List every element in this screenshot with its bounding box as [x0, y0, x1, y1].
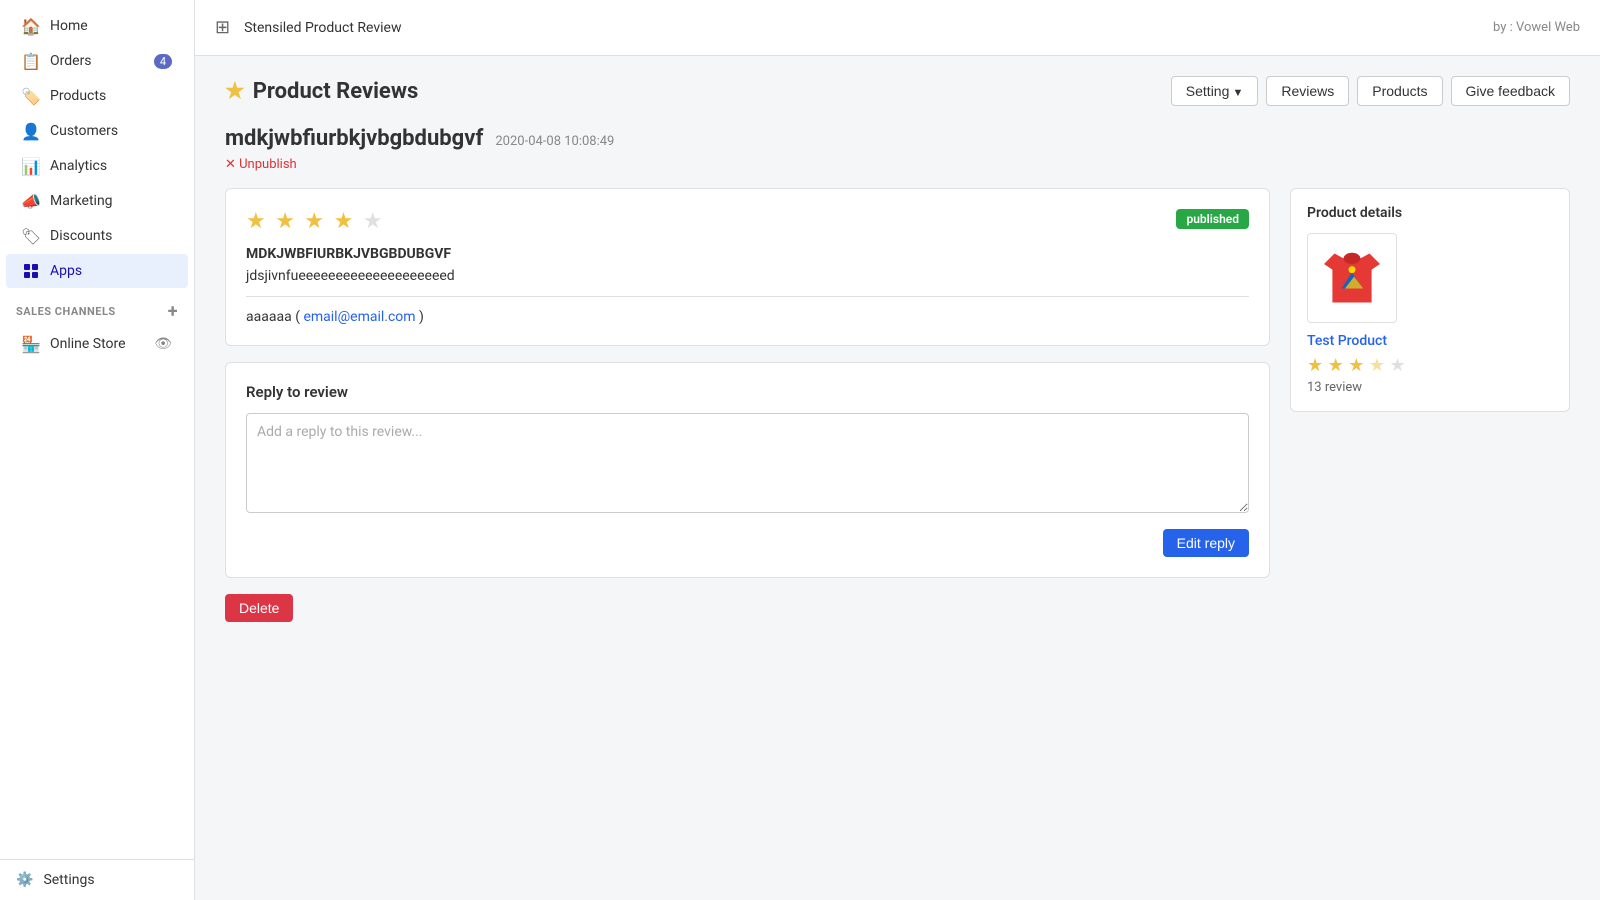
sidebar-item-analytics[interactable]: 📊 Analytics [6, 149, 188, 183]
sidebar-item-label: Discounts [50, 228, 112, 244]
product-details-body: Product details [1291, 189, 1569, 411]
customers-icon: 👤 [22, 122, 40, 140]
reply-textarea[interactable] [246, 413, 1249, 513]
star-2: ★ [275, 209, 297, 234]
app-icon: ⊞ [215, 17, 230, 38]
sidebar-item-home[interactable]: 🏠 Home [6, 9, 188, 43]
sales-channels-label: SALES CHANNELS [16, 305, 116, 318]
apps-icon [22, 262, 40, 280]
product-name[interactable]: Test Product [1307, 333, 1553, 349]
sidebar-nav: 🏠 Home 📋 Orders 4 🏷️ Products 👤 Customer… [0, 0, 194, 859]
page-header: ★ Product Reviews Setting Reviews Produc… [225, 76, 1570, 106]
product-details-card: Product details [1290, 188, 1570, 412]
review-date: 2020-04-08 10:08:49 [495, 134, 614, 149]
product-reviews-count: 13 review [1307, 380, 1553, 395]
sidebar-item-orders[interactable]: 📋 Orders 4 [6, 44, 188, 78]
reviews-button[interactable]: Reviews [1266, 76, 1349, 106]
product-star-3: ★ [1348, 355, 1364, 376]
review-title: mdkjwbfiurbkjvbgbdubgvf [225, 126, 483, 151]
product-rating-stars: ★ ★ ★ ★ ★ [1307, 355, 1553, 376]
sidebar-item-label: Home [50, 18, 88, 34]
review-card-body: ★ ★ ★ ★ ★ published MDKJWBFIURBKJVBGBDUB… [226, 189, 1269, 345]
review-card: ★ ★ ★ ★ ★ published MDKJWBFIURBKJVBGBDUB… [225, 188, 1270, 346]
sidebar-item-discounts[interactable]: 🏷 Discounts [6, 219, 188, 253]
sidebar-item-online-store[interactable]: 🏪 Online Store 👁 [6, 327, 188, 361]
products-button[interactable]: Products [1357, 76, 1442, 106]
topbar-by: by : Vowel Web [1493, 20, 1580, 35]
review-top: ★ ★ ★ ★ ★ published [246, 209, 1249, 234]
sidebar-item-products[interactable]: 🏷️ Products [6, 79, 188, 113]
orders-icon: 📋 [22, 52, 40, 70]
review-email: aaaaaa ( email@email.com ) [246, 309, 1249, 325]
sidebar-item-customers[interactable]: 👤 Customers [6, 114, 188, 148]
product-star-5: ★ [1389, 355, 1405, 376]
review-title-row: mdkjwbfiurbkjvbgbdubgvf 2020-04-08 10:08… [225, 126, 1570, 151]
app-name: Stensiled Product Review [244, 20, 1483, 36]
give-feedback-button[interactable]: Give feedback [1451, 76, 1571, 106]
review-body: jdsjivnfueeeeeeeeeeeeeeeeeeeed [246, 268, 1249, 284]
product-details-title: Product details [1307, 205, 1553, 221]
sidebar: 🏠 Home 📋 Orders 4 🏷️ Products 👤 Customer… [0, 0, 195, 900]
sidebar-item-apps[interactable]: Apps [6, 254, 188, 288]
sales-channels-header: SALES CHANNELS + [0, 289, 194, 326]
orders-badge: 4 [154, 54, 172, 69]
page-actions: Setting Reviews Products Give feedback [1171, 76, 1570, 106]
sidebar-item-label: Marketing [50, 193, 113, 209]
marketing-icon: 📣 [22, 192, 40, 210]
sidebar-item-label: Orders [50, 53, 92, 69]
sidebar-item-label: Analytics [50, 158, 107, 174]
settings-label: Settings [43, 872, 94, 888]
online-store-visibility-icon[interactable]: 👁 [154, 336, 172, 352]
delete-button[interactable]: Delete [225, 594, 293, 622]
setting-button[interactable]: Setting [1171, 76, 1259, 106]
sidebar-item-label: Products [50, 88, 106, 104]
sidebar-item-marketing[interactable]: 📣 Marketing [6, 184, 188, 218]
settings-icon: ⚙️ [16, 872, 33, 888]
reply-actions: Edit reply [246, 529, 1249, 557]
discounts-icon: 🏷 [22, 227, 40, 245]
sidebar-item-label: Customers [50, 123, 118, 139]
home-icon: 🏠 [22, 17, 40, 35]
review-divider [246, 296, 1249, 297]
star-4: ★ [334, 209, 356, 234]
online-store-icon: 🏪 [22, 335, 40, 353]
review-author: MDKJWBFIURBKJVBGBDUBGVF [246, 246, 1249, 262]
email-close-paren: ) [419, 309, 424, 325]
page-title-text: Product Reviews [253, 79, 419, 104]
delete-area: Delete [225, 594, 1270, 622]
published-badge: published [1176, 209, 1249, 229]
review-aside: Product details [1290, 188, 1570, 622]
review-layout: ★ ★ ★ ★ ★ published MDKJWBFIURBKJVBGBDUB… [225, 188, 1570, 622]
review-stars: ★ ★ ★ ★ ★ [246, 209, 385, 234]
analytics-icon: 📊 [22, 157, 40, 175]
product-star-half: ★ [1369, 355, 1385, 376]
reviewer-name: aaaaaa [246, 309, 292, 325]
product-image-svg [1317, 243, 1387, 313]
star-1: ★ [246, 209, 268, 234]
content-area: ★ Product Reviews Setting Reviews Produc… [195, 56, 1600, 900]
title-star-icon: ★ [225, 79, 245, 104]
review-main: ★ ★ ★ ★ ★ published MDKJWBFIURBKJVBGBDUB… [225, 188, 1270, 622]
product-star-1: ★ [1307, 355, 1323, 376]
edit-reply-button[interactable]: Edit reply [1163, 529, 1249, 557]
topbar: ⊞ Stensiled Product Review by : Vowel We… [195, 0, 1600, 56]
reply-card: Reply to review Edit reply [225, 362, 1270, 578]
main-area: ⊞ Stensiled Product Review by : Vowel We… [195, 0, 1600, 900]
add-sales-channel-icon[interactable]: + [168, 301, 178, 322]
reply-title: Reply to review [246, 383, 1249, 401]
sidebar-item-settings[interactable]: ⚙️ Settings [0, 859, 194, 900]
sidebar-item-label: Online Store [50, 336, 126, 352]
reviewer-email-link[interactable]: email@email.com [303, 309, 415, 325]
star-3: ★ [304, 209, 326, 234]
unpublish-link[interactable]: ✕ Unpublish [225, 157, 1570, 172]
products-icon: 🏷️ [22, 87, 40, 105]
sidebar-item-label: Apps [50, 263, 82, 279]
product-star-2: ★ [1328, 355, 1344, 376]
product-image [1307, 233, 1397, 323]
star-5: ★ [363, 209, 385, 234]
page-title: ★ Product Reviews [225, 79, 418, 104]
reply-card-body: Reply to review Edit reply [226, 363, 1269, 577]
